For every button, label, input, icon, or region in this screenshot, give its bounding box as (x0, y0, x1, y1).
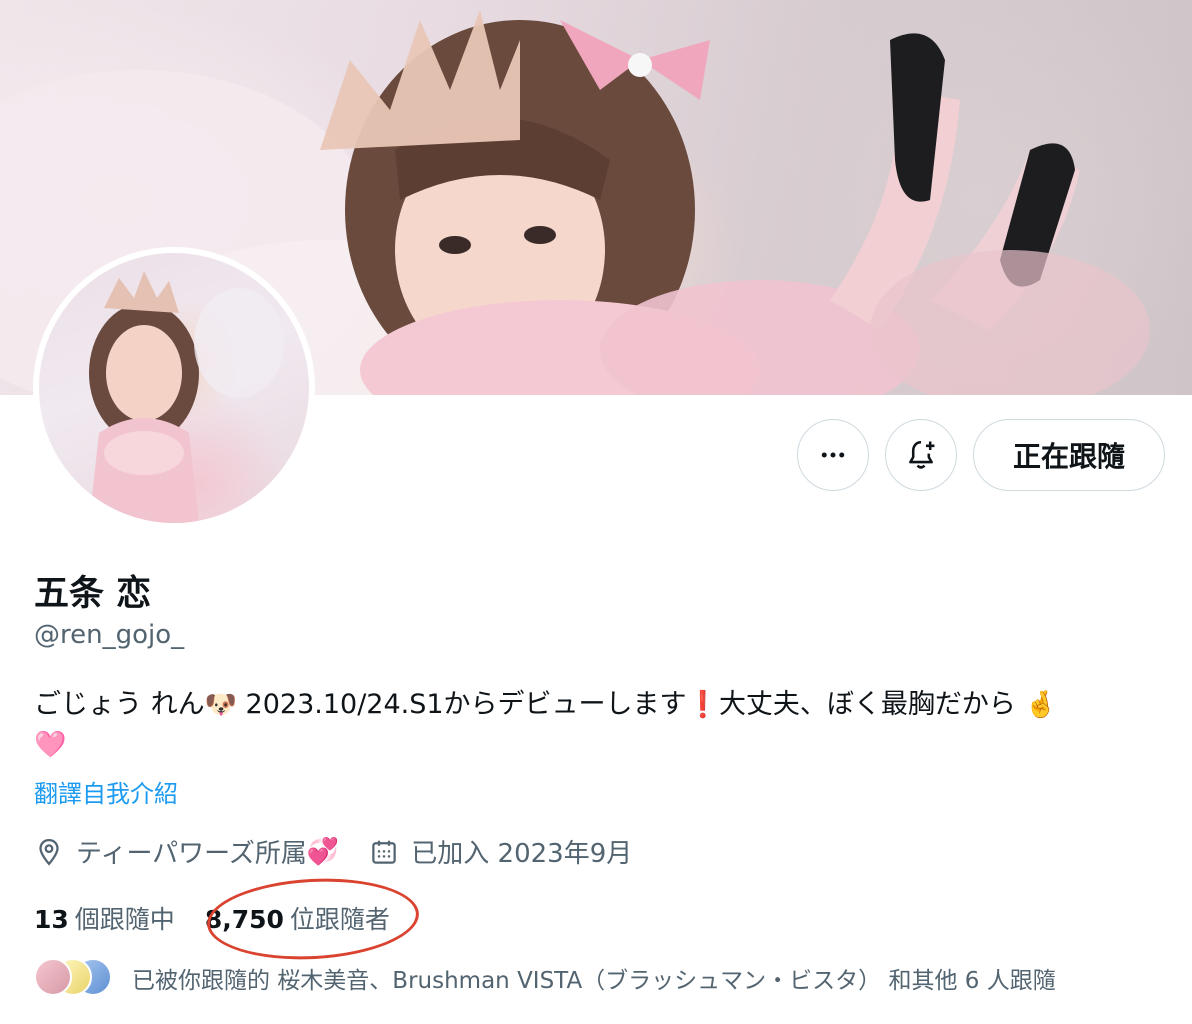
followers-label: 位跟隨者 (289, 905, 390, 934)
followed-by-text: 已被你跟隨的 桜木美音、Brushman VISTA（ブラッシュマン・ビスタ） … (132, 968, 1056, 994)
crossed-fingers-emoji: 🤞 (1024, 690, 1057, 720)
join-date-text: 已加入 2023年9月 (411, 839, 633, 869)
bell-plus-icon (909, 440, 935, 469)
exclamation-emoji: ❗ (686, 690, 719, 720)
bio-text-3: 大丈夫、ぼく最胸だから (718, 689, 1025, 720)
location-pin-icon (39, 838, 59, 866)
avatar-image (39, 253, 309, 523)
display-name: 五条 恋 (34, 574, 152, 614)
avatar-illustration (89, 271, 284, 523)
bio-text-1: ごじょう れん (34, 689, 205, 720)
following-button[interactable]: 正在跟隨 (973, 419, 1165, 491)
profile-bio: ごじょう れん🐶 2023.10/24.S1からデビューします❗大丈夫、ぼく最胸… (34, 685, 1164, 765)
dog-emoji: 🐶 (204, 690, 237, 720)
followers-count: 8,750 (204, 905, 284, 934)
translate-bio-link[interactable]: 翻譯自我介紹 (34, 774, 178, 809)
profile-avatar[interactable] (33, 247, 315, 529)
profile-meta: ティーパワーズ所属 💞 已加入 2023年9月 (34, 833, 662, 870)
location-item: ティーパワーズ所属 💞 (34, 833, 339, 870)
more-horizontal-icon (821, 452, 845, 458)
follower-avatars (34, 958, 118, 998)
following-count-link[interactable]: 13 個跟隨中 (34, 900, 175, 936)
followers-count-link[interactable]: 8,750 位跟隨者 (205, 900, 390, 936)
bio-text-2: 2023.10/24.S1からデビューします (236, 689, 687, 720)
revolving-hearts-emoji: 💞 (306, 836, 340, 867)
following-label: 個跟隨中 (74, 905, 175, 934)
followed-by-row[interactable]: 已被你跟隨的 桜木美音、Brushman VISTA（ブラッシュマン・ビスタ） … (34, 958, 1056, 998)
join-date-item: 已加入 2023年9月 (369, 833, 632, 870)
location-text: ティーパワーズ所属 (76, 839, 307, 869)
following-count: 13 (34, 905, 69, 934)
calendar-icon (372, 840, 397, 864)
user-handle: @ren_gojo_ (34, 620, 185, 650)
turn-on-notifications-button[interactable] (885, 419, 957, 491)
pink-heart-emoji: 🩷 (34, 730, 67, 760)
more-options-button[interactable] (797, 419, 869, 491)
follower-avatar (34, 958, 72, 996)
profile-page: 正在跟隨 五条 恋 @ren_gojo_ ごじょう れん🐶 2023.10/24… (0, 0, 1192, 1024)
follow-stats: 13 個跟隨中 8,750 位跟隨者 (34, 900, 420, 936)
